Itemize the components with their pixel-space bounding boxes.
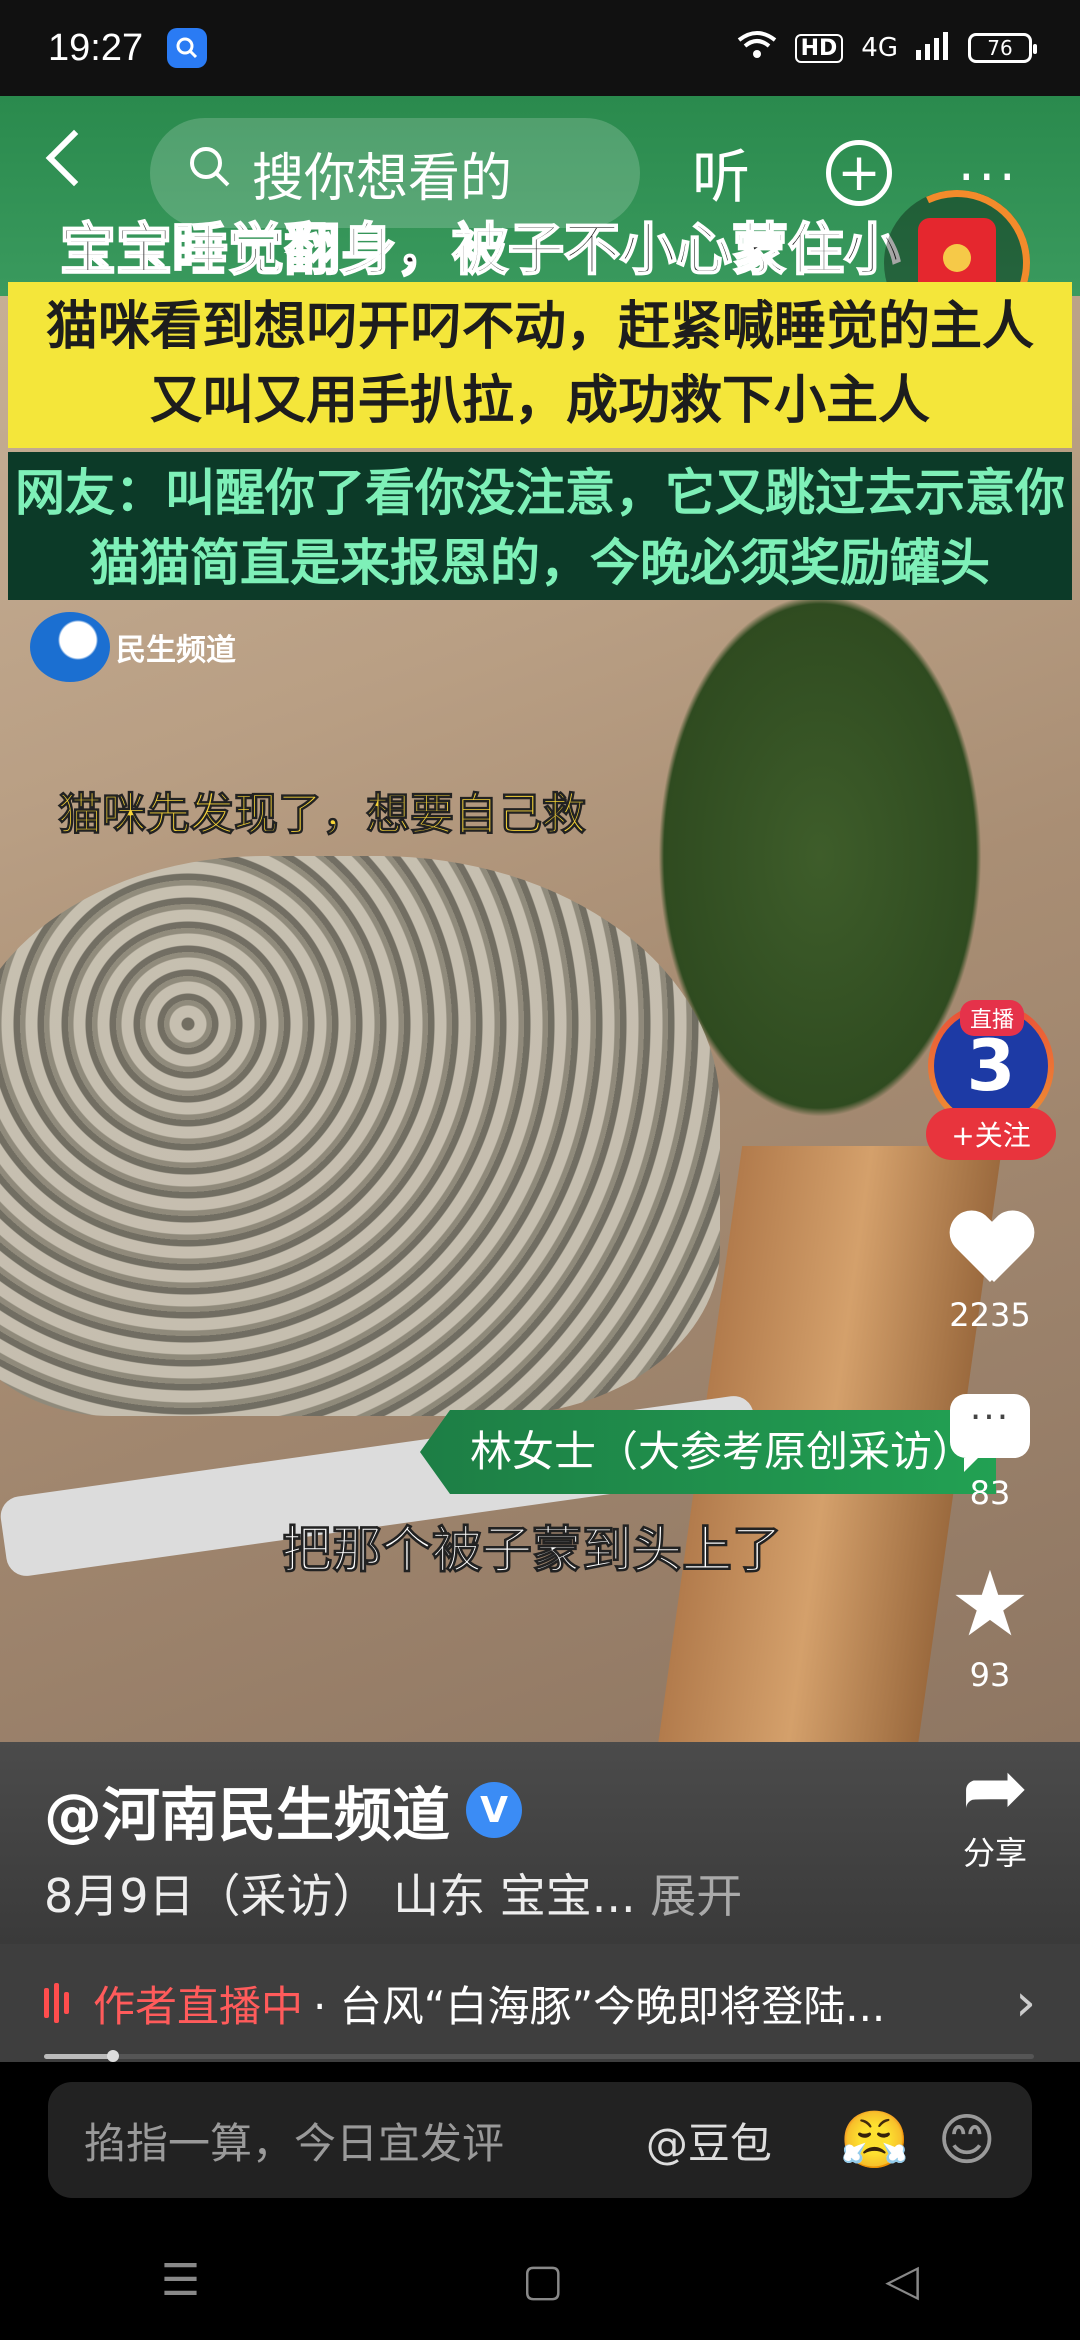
heart-icon	[950, 1212, 1030, 1284]
author-name[interactable]: @河南民生频道	[44, 1768, 450, 1852]
video-progress-bar[interactable]	[44, 2050, 1034, 2062]
back-nav-icon[interactable]: ◁	[885, 2255, 919, 2306]
banner-line: 网友：叫醒你了看你没注意，它又跳过去示意你	[15, 464, 1065, 522]
search-icon	[186, 143, 234, 204]
emoji-smile-icon[interactable]: 😊	[938, 2108, 996, 2173]
home-nav-icon[interactable]: ▢	[522, 2255, 564, 2306]
yellow-title-banner: 猫咪看到想叼开叼不动，赶紧喊睡觉的主人 又叫又用手扒拉，成功救下小主人	[8, 282, 1072, 448]
subtitle-caption: 把那个被子蒙到头上了	[282, 1521, 783, 1580]
favorite-count: 93	[969, 1656, 1011, 1694]
emoji-angry-icon[interactable]: 😤	[840, 2107, 910, 2173]
comment-count: 83	[969, 1474, 1011, 1512]
favorite-button[interactable]: ★ 93	[940, 1552, 1040, 1695]
live-wave-icon	[44, 1983, 69, 2023]
comment-icon: ···	[950, 1394, 1030, 1472]
dark-comment-banner: 网友：叫醒你了看你没注意，它又跳过去示意你 猫猫简直是来报恩的，今晚必须奖励罐头	[8, 452, 1072, 600]
channel-logo-icon	[30, 612, 110, 682]
subtitle-caption: 猫咪先发现了，想要自己救	[58, 789, 587, 841]
share-label: 分享	[962, 1834, 1027, 1872]
video-headline: 宝宝睡觉翻身，被子不小心蒙住小	[59, 217, 901, 284]
progress-fill	[44, 2054, 114, 2059]
comment-button[interactable]: ··· 83	[940, 1394, 1040, 1512]
live-label: 作者直播中	[93, 1981, 304, 2031]
search-placeholder: 搜你想看的	[252, 148, 513, 209]
like-button[interactable]: 2235	[940, 1212, 1040, 1334]
description-text: 8月9日（采访） 山东 宝宝...	[44, 1869, 636, 1923]
share-button[interactable]: ➦ 分享	[940, 1748, 1050, 1874]
live-badge: 直播	[960, 1000, 1025, 1036]
star-icon: ★	[949, 1552, 1031, 1657]
verified-icon: V	[466, 1782, 523, 1838]
listen-button[interactable]: 听	[692, 130, 750, 214]
status-time: 19:27	[48, 26, 144, 69]
battery-icon: 76	[968, 33, 1037, 63]
banner-line: 猫猫简直是来报恩的，今晚必须奖励罐头	[90, 534, 990, 592]
comment-input[interactable]: 掐指一算，今日宜发评 @豆包 😤 😊	[48, 2082, 1032, 2198]
blanket-graphic	[0, 856, 720, 1416]
author-name-row[interactable]: @河南民生频道 V	[44, 1768, 523, 1852]
mention-doubao-button[interactable]: @豆包	[646, 2110, 772, 2171]
status-bar: 19:27 HD 4G 76	[0, 0, 1080, 96]
author-live-bar[interactable]: 作者直播中 · 台风“白海豚”今晚即将登陆... ›	[0, 1944, 1080, 2062]
wifi-icon	[737, 30, 777, 67]
system-nav-bar: ☰ ▢ ◁	[0, 2220, 1080, 2340]
search-app-icon	[167, 28, 208, 68]
video-description[interactable]: 8月9日（采访） 山东 宝宝... 展开	[44, 1860, 742, 1926]
signal-icon	[916, 30, 950, 67]
chevron-right-icon: ›	[1015, 1973, 1036, 2033]
like-count: 2235	[949, 1296, 1031, 1334]
follow-button[interactable]: +关注	[926, 1108, 1056, 1160]
banner-line: 又叫又用手扒拉，成功救下小主人	[149, 371, 930, 431]
live-title: · 台风“白海豚”今晚即将登陆...	[313, 1981, 886, 2031]
channel-watermark: 民生频道	[30, 612, 236, 682]
menu-nav-icon[interactable]: ☰	[161, 2255, 200, 2306]
plus-icon[interactable]: +	[826, 140, 892, 206]
hd-badge: HD	[794, 33, 844, 63]
expand-link[interactable]: 展开	[650, 1869, 742, 1923]
network-label: 4G	[861, 33, 898, 63]
channel-logo-text: 民生频道	[116, 633, 236, 668]
interview-tag: 林女士（大参考原创采访）	[420, 1410, 997, 1494]
banner-line: 猫咪看到想叼开叼不动，赶紧喊睡觉的主人	[45, 297, 1034, 357]
share-icon: ➦	[961, 1741, 1029, 1834]
comment-placeholder: 掐指一算，今日宜发评	[84, 2118, 505, 2168]
